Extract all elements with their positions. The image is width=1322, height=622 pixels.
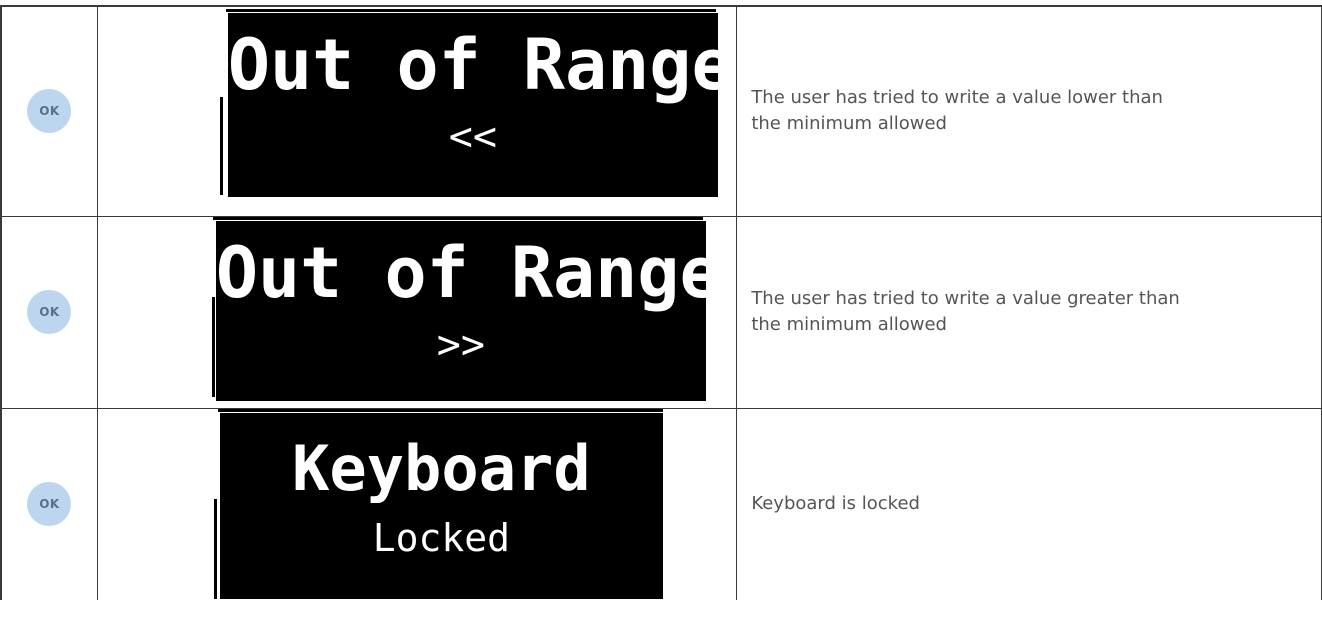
lcd-line-1: Out of Range	[215, 232, 722, 314]
description-cell: Keyboard is locked	[736, 407, 1322, 600]
description-text: Keyboard is locked	[751, 493, 920, 515]
ok-button-icon: OK	[27, 89, 72, 134]
display-cell: Keyboard Locked	[96, 407, 738, 600]
ok-button-icon: OK	[27, 482, 72, 527]
description-cell: The user has tried to write a value lowe…	[736, 5, 1322, 217]
description-cell: The user has tried to write a value grea…	[736, 215, 1322, 409]
table-row: OK Out of Range << The user has tried to…	[0, 5, 1322, 217]
ok-button-icon: OK	[27, 290, 72, 334]
table-row: OK Out of Range >> The user has tried to…	[0, 215, 1322, 409]
lcd-display: Out of Range <<	[227, 13, 734, 198]
button-cell: OK	[0, 407, 98, 600]
description-text: The user has tried to write a value lowe…	[751, 87, 1163, 135]
lcd-display: Keyboard Locked	[219, 413, 663, 600]
lcd-line-1: Out of Range	[227, 24, 734, 107]
lcd-line-1: Keyboard	[292, 432, 591, 506]
display-cell: Out of Range >>	[96, 215, 738, 409]
button-cell: OK	[0, 5, 98, 217]
lcd-line-2: >>	[436, 322, 485, 368]
message-table: OK Out of Range << The user has tried to…	[0, 5, 1322, 600]
lcd-display: Out of Range >>	[215, 221, 722, 401]
description-text: The user has tried to write a value grea…	[751, 288, 1180, 335]
lcd-line-2: <<	[448, 114, 497, 161]
lcd-line-2: Locked	[372, 516, 511, 561]
button-cell: OK	[0, 215, 98, 409]
table-row: OK Keyboard Locked Keyboard is locked	[0, 407, 1322, 600]
display-cell: Out of Range <<	[96, 5, 738, 217]
